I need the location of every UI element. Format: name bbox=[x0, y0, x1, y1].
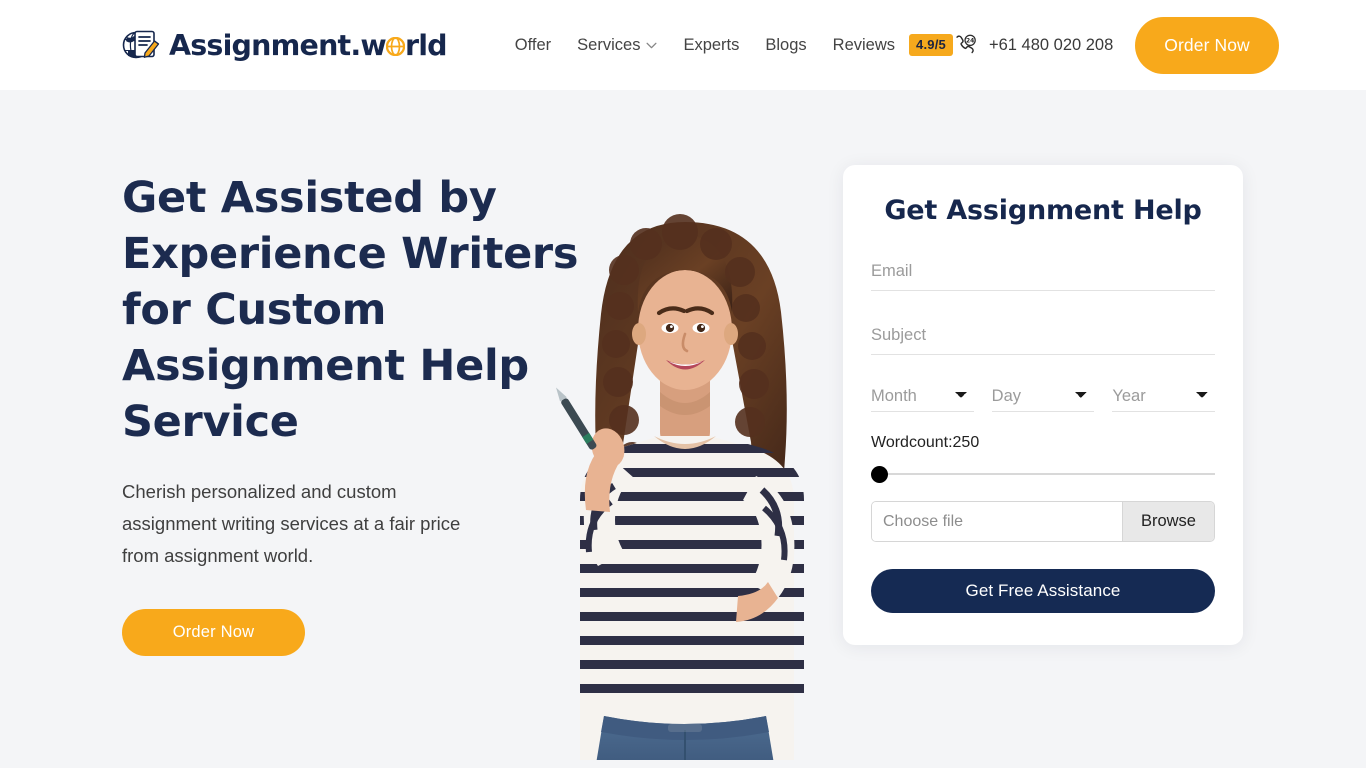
brand-wordmark: Assignment.w rld bbox=[169, 28, 448, 62]
nav-item-experts[interactable]: Experts bbox=[683, 36, 739, 55]
nav-label-experts: Experts bbox=[683, 35, 740, 54]
subject-input[interactable] bbox=[871, 316, 1215, 355]
nav-label-blogs: Blogs bbox=[765, 35, 807, 54]
hero-section: Get Assisted by Experience Writers for C… bbox=[0, 90, 1366, 768]
hero-image bbox=[520, 200, 850, 760]
globe-icon bbox=[385, 36, 405, 56]
nav-item-reviews[interactable]: Reviews 4.9/5 bbox=[833, 34, 953, 56]
phone-24-support-icon: 24 bbox=[956, 34, 976, 53]
order-now-header-button[interactable]: Order Now bbox=[1135, 16, 1279, 74]
main-navigation: Offer Services Experts Blogs Reviews 4.9… bbox=[515, 34, 953, 56]
rating-badge: 4.9/5 bbox=[909, 34, 953, 56]
nav-label-reviews: Reviews bbox=[832, 35, 896, 54]
nav-item-blogs[interactable]: Blogs bbox=[765, 36, 806, 55]
wordcount-label: Wordcount:250 bbox=[871, 434, 980, 451]
wordcount-slider[interactable] bbox=[871, 473, 1215, 475]
browse-button[interactable]: Browse bbox=[1121, 502, 1214, 541]
brand-logo[interactable]: Assignment.w rld bbox=[122, 27, 448, 63]
hero-subtitle: Cherish personalized and custom assignme… bbox=[122, 481, 461, 566]
phone-link[interactable]: 24 +61 480 020 208 bbox=[953, 33, 1113, 58]
order-now-hero-button[interactable]: Order Now bbox=[122, 609, 305, 656]
svg-text:24: 24 bbox=[966, 37, 974, 44]
assignment-help-form: Get Assignment Help Month Day Year Wordc… bbox=[843, 165, 1243, 645]
brand-name-prefix: Assignment.w bbox=[169, 28, 387, 62]
brand-name-suffix: rld bbox=[404, 28, 448, 62]
chevron-down-icon bbox=[646, 42, 657, 48]
file-upload-row[interactable]: Choose file Browse bbox=[871, 501, 1215, 542]
email-input[interactable] bbox=[871, 252, 1215, 291]
form-title: Get Assignment Help bbox=[884, 195, 1202, 226]
get-free-assistance-button[interactable]: Get Free Assistance bbox=[871, 569, 1215, 613]
phone-number: +61 480 020 208 bbox=[988, 35, 1114, 54]
site-header: Assignment.w rld Offer Services Experts … bbox=[0, 0, 1366, 90]
nav-item-services[interactable]: Services bbox=[577, 36, 657, 55]
year-select[interactable]: Year bbox=[1112, 380, 1216, 412]
smiling-woman-holding-pen-illustration bbox=[556, 214, 804, 760]
nav-label-services: Services bbox=[577, 35, 641, 54]
deadline-date-row: Month Day Year bbox=[871, 380, 1216, 412]
globe-document-pencil-icon bbox=[122, 30, 160, 59]
nav-item-offer[interactable]: Offer bbox=[515, 36, 551, 55]
hero-container: Get Assisted by Experience Writers for C… bbox=[0, 90, 1366, 768]
nav-label-offer: Offer bbox=[514, 35, 552, 54]
header-actions: 24 +61 480 020 208 Order Now bbox=[953, 16, 1279, 74]
day-select[interactable]: Day bbox=[991, 380, 1095, 412]
month-select[interactable]: Month bbox=[871, 380, 974, 412]
file-name-display: Choose file bbox=[872, 502, 1122, 541]
